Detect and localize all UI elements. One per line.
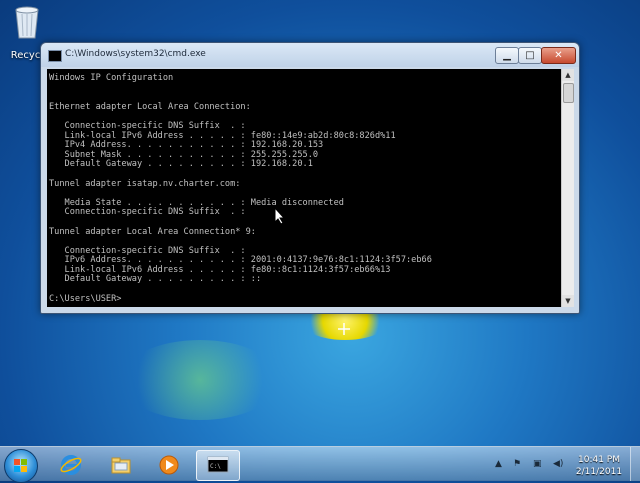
window-titlebar[interactable]: C:\Windows\system32\cmd.exe ▁ □ ✕ xyxy=(41,43,579,67)
taskbar-internet-explorer[interactable] xyxy=(50,450,92,479)
action-center-flag-icon[interactable]: ⚑ xyxy=(513,459,521,469)
internet-explorer-icon xyxy=(60,455,82,475)
recycle-bin-icon xyxy=(15,6,39,39)
wallpaper-swirl xyxy=(120,340,280,420)
start-button[interactable] xyxy=(4,449,38,483)
show-desktop-button[interactable] xyxy=(630,447,640,481)
mouse-cursor-icon xyxy=(274,207,286,225)
cmd-window[interactable]: C:\Windows\system32\cmd.exe ▁ □ ✕ Window… xyxy=(40,42,580,314)
taskbar-windows-explorer[interactable] xyxy=(100,450,142,479)
command-prompt-icon: C:\ xyxy=(207,456,229,473)
cmd-app-icon xyxy=(48,50,62,62)
taskbar: C:\ ▲ ⚑ ▣ ◀) 10:41 PM 2/11/2011 xyxy=(0,446,640,483)
close-button[interactable]: ✕ xyxy=(541,47,576,64)
taskbar-command-prompt[interactable]: C:\ xyxy=(196,450,240,481)
taskbar-media-player[interactable] xyxy=(148,450,190,479)
close-icon: ✕ xyxy=(554,50,563,61)
minimize-button[interactable]: ▁ xyxy=(495,47,519,64)
network-icon[interactable]: ▣ xyxy=(533,459,542,469)
system-clock[interactable]: 10:41 PM 2/11/2011 xyxy=(570,454,628,478)
show-hidden-icons-icon[interactable]: ▲ xyxy=(495,459,502,469)
windows-explorer-icon xyxy=(111,457,131,474)
windows-logo-icon xyxy=(14,459,27,472)
maximize-button[interactable]: □ xyxy=(518,47,542,64)
volume-icon[interactable]: ◀) xyxy=(553,459,563,469)
scroll-up-icon[interactable]: ▲ xyxy=(562,69,574,81)
minimize-icon: ▁ xyxy=(503,50,511,61)
scroll-thumb[interactable] xyxy=(563,83,574,103)
clock-time: 10:41 PM xyxy=(578,455,620,465)
scroll-down-icon[interactable]: ▼ xyxy=(562,295,574,307)
svg-text:C:\: C:\ xyxy=(210,463,221,470)
clock-date: 2/11/2011 xyxy=(575,467,623,477)
console-output[interactable]: Windows IP Configuration Ethernet adapte… xyxy=(47,69,561,307)
crosshair-cursor-icon xyxy=(338,323,350,335)
media-player-icon xyxy=(159,455,179,475)
console-text: Windows IP Configuration Ethernet adapte… xyxy=(49,73,432,304)
vertical-scrollbar[interactable]: ▲ ▼ xyxy=(561,69,574,307)
maximize-icon: □ xyxy=(525,50,535,61)
window-title: C:\Windows\system32\cmd.exe xyxy=(65,49,206,59)
